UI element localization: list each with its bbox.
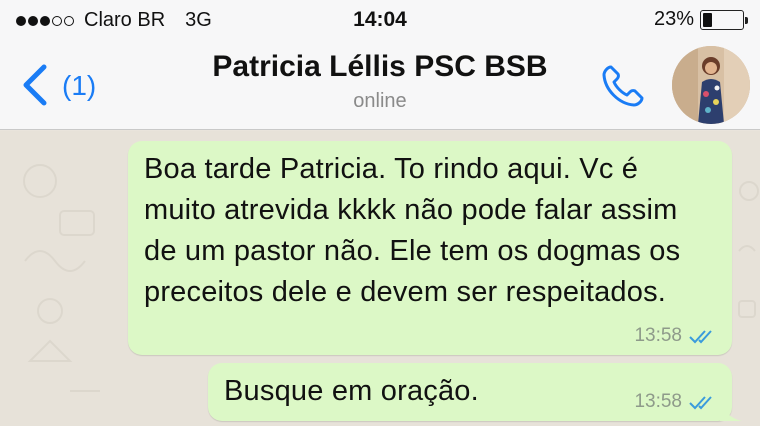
message-bubble[interactable]: Busque em oração. 13:58 [208,363,742,421]
message-text: Boa tarde Patricia. To rindo aqui. Vc é … [144,153,681,308]
phone-icon[interactable] [597,60,649,112]
battery-percent: 23% [653,8,694,30]
wallpaper-doodle [23,164,100,392]
message-meta: 13:58 [634,391,718,413]
status-right: 23% [653,8,748,31]
double-check-icon [689,396,712,410]
message-bubble[interactable]: Boa tarde Patricia. To rindo aqui. Vc é … [128,141,732,355]
wallpaper-doodle [738,181,759,318]
double-check-icon [689,330,712,344]
bubble-tail [720,399,742,421]
chat-header: (1) Patricia Léllis PSC BSB online [0,42,760,130]
avatar[interactable] [672,46,750,124]
chat-area[interactable]: Boa tarde Patricia. To rindo aqui. Vc é … [0,131,760,426]
message-time: 13:58 [634,391,682,412]
message-time: 13:58 [634,325,682,346]
battery-icon [700,9,748,30]
message-meta: 13:58 [634,325,718,347]
status-time: 14:04 [353,8,407,31]
status-bar: Claro BR 3G 14:04 23% [0,0,760,42]
